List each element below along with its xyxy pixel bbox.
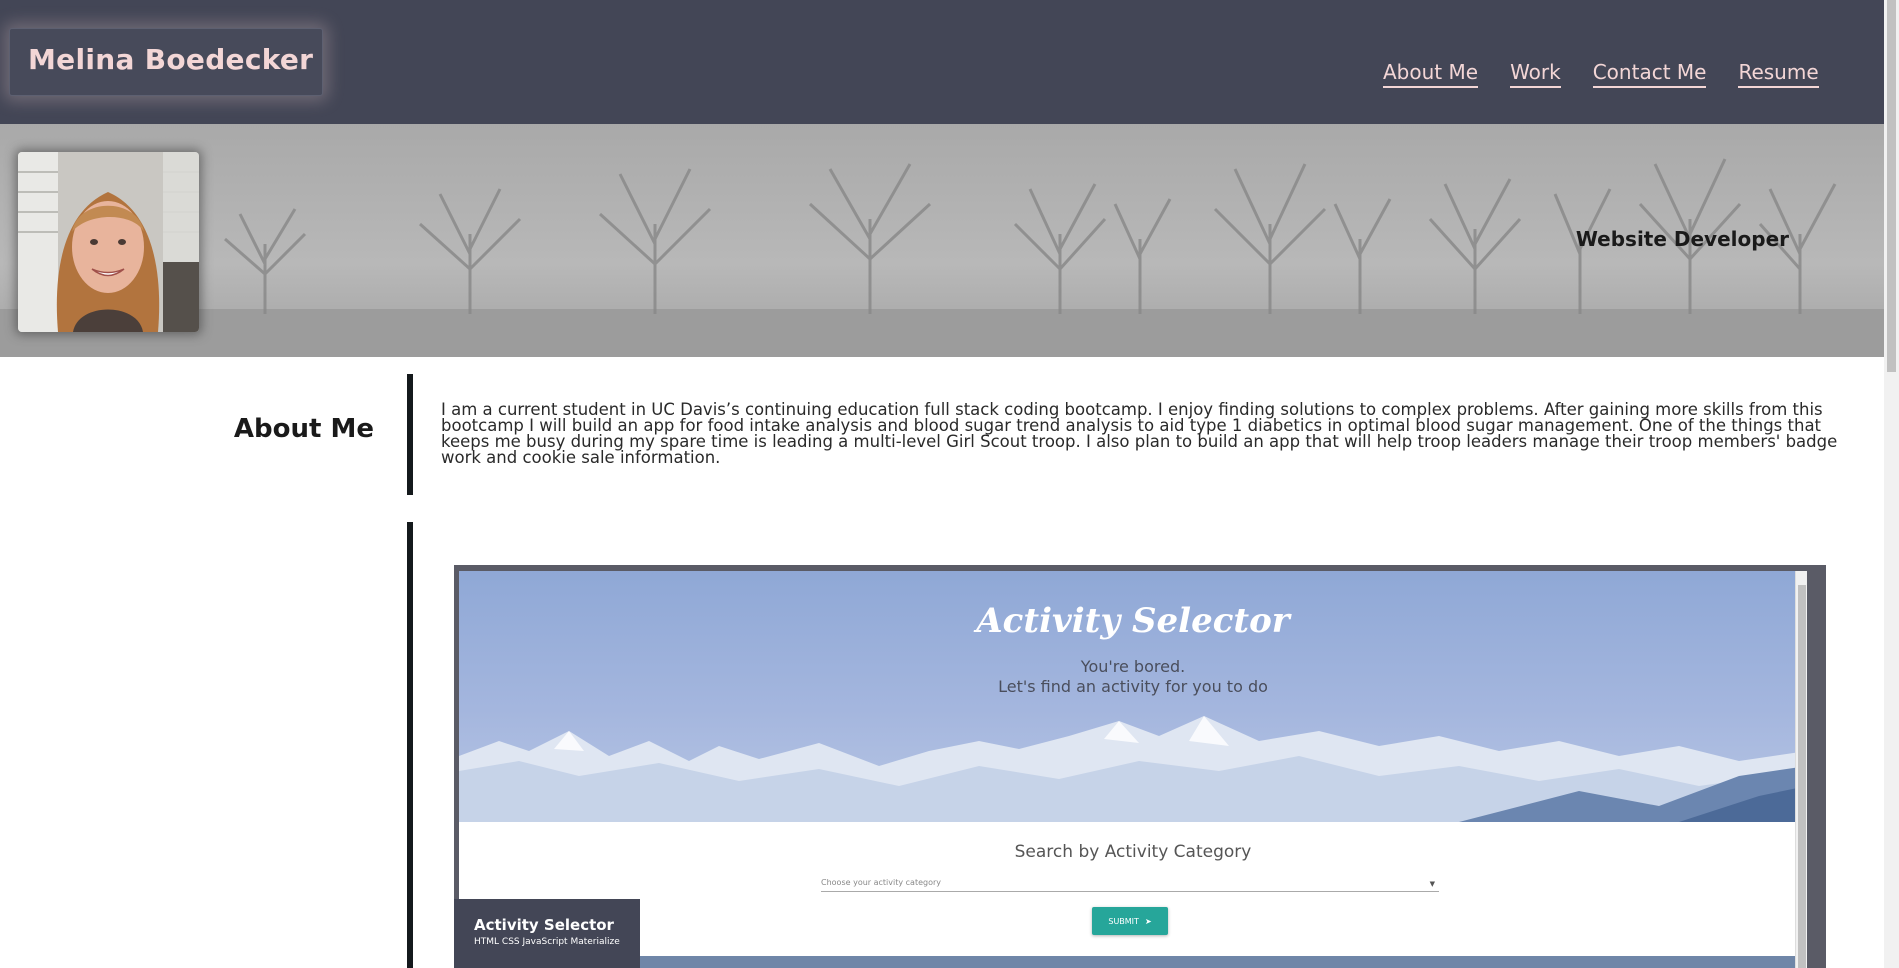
screenshot-bottom-band [459,956,1807,968]
about-body: I am a current student in UC Davis’s con… [441,400,1838,467]
nav-link-resume[interactable]: Resume [1738,60,1819,88]
page-scrollbar-thumb[interactable] [1887,0,1896,372]
site-title[interactable]: Melina Boedecker [28,43,313,76]
caret-down-icon: ▼ [1429,880,1435,888]
hero-banner: Website Developer [0,124,1884,357]
screenshot-category-select[interactable]: Choose your activity category ▼ [821,878,1439,892]
project-caption[interactable]: Activity Selector HTML CSS JavaScript Ma… [454,899,640,968]
site-header: Melina Boedecker About Me Work Contact M… [0,0,1884,124]
hero-tagline: Website Developer [1575,227,1789,251]
screenshot-submit-button[interactable]: SUBMIT ➤ [1092,907,1168,935]
screenshot-hero: Activity Selector You're bored. Let's fi… [459,571,1807,822]
project-screenshot[interactable]: Activity Selector You're bored. Let's fi… [459,571,1807,968]
nav-link-work[interactable]: Work [1510,60,1561,88]
mountains-illustration [459,716,1807,822]
project-card-activity-selector[interactable]: Activity Selector You're bored. Let's fi… [454,565,1826,968]
site-logo[interactable]: Melina Boedecker [9,28,323,96]
page-scrollbar[interactable] [1884,0,1899,968]
send-icon: ➤ [1144,916,1152,926]
submit-label: SUBMIT [1108,916,1139,926]
nav-link-contact[interactable]: Contact Me [1592,60,1707,88]
main-nav: About Me Work Contact Me Resume [1383,60,1819,88]
screenshot-select-placeholder: Choose your activity category [821,878,941,887]
screenshot-scrollbar[interactable] [1795,571,1807,968]
about-divider [407,374,413,495]
screenshot-search-heading: Search by Activity Category [1014,842,1252,862]
project-name: Activity Selector [474,916,614,934]
profile-photo [18,152,199,332]
project-tech: HTML CSS JavaScript Materialize [474,937,620,947]
about-heading: About Me [233,414,374,444]
work-divider [407,522,413,968]
screenshot-scrollbar-thumb[interactable] [1798,585,1806,968]
nav-link-about[interactable]: About Me [1383,60,1479,88]
